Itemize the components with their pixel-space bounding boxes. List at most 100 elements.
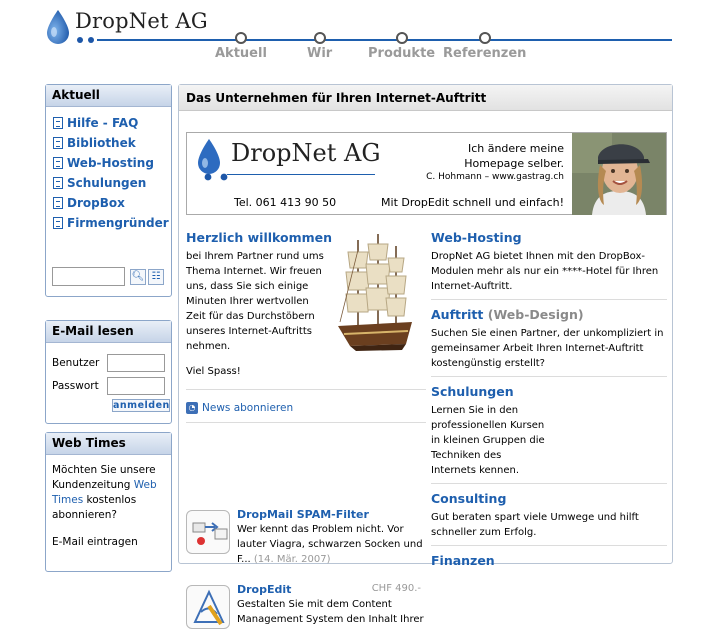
nav-item-produkte[interactable]: Produkte — [368, 32, 435, 61]
section-title[interactable]: Finanzen — [431, 553, 667, 568]
section-web-hosting: Web-Hosting DropNet AG bietet Ihnen mit … — [431, 230, 667, 294]
user-label: Benutzer — [52, 356, 100, 369]
nav-item-wir[interactable]: Wir — [307, 32, 332, 61]
dropnet-drop-icon — [198, 139, 228, 181]
user-field[interactable] — [107, 353, 165, 372]
sidebar-item-label: Firmengründer — [67, 216, 169, 230]
rss-icon: ◔ — [186, 402, 198, 414]
section-text: Gut beraten spart viele Umwege und hilft… — [431, 512, 639, 538]
section-text: DropNet AG bietet Ihnen mit den DropBox-… — [431, 251, 659, 292]
banner-quote-line1: Ich ändere meine — [467, 142, 564, 155]
section-title[interactable]: Schulungen — [431, 384, 667, 399]
advanced-search-icon[interactable]: ☷ — [148, 268, 164, 285]
aktuell-box: Aktuell Hilfe - FAQ Bibliothek Web-Hosti… — [45, 84, 172, 297]
news-subscribe-label: News abonnieren — [202, 402, 294, 414]
section-text: Suchen Sie einen Partner, der unkomplizi… — [431, 328, 664, 369]
banner-quote-line2: Homepage selber. — [464, 157, 564, 170]
section-title[interactable]: Web-Hosting — [431, 230, 667, 245]
section-title[interactable]: Auftritt (Web-Design) — [431, 307, 667, 322]
search-input[interactable] — [52, 267, 125, 286]
email-box: E-Mail lesen Benutzer Passwort anmelden — [45, 320, 172, 424]
password-label: Passwort — [52, 379, 99, 392]
login-button[interactable]: anmelden — [112, 399, 170, 412]
section-divider — [431, 299, 667, 300]
document-icon — [53, 197, 63, 209]
nav-label: Referenzen — [443, 46, 527, 61]
password-row: Passwort — [52, 374, 171, 397]
right-column: Web-Hosting DropNet AG bietet Ihnen mit … — [431, 230, 667, 568]
section-finanzen: Finanzen — [431, 553, 667, 568]
sidebar-item-label: Schulungen — [67, 176, 147, 190]
sidebar-item-label: Bibliothek — [67, 136, 136, 150]
nav-node-icon — [313, 32, 326, 44]
welcome-text: bei Ihrem Partner rund ums Thema Interne… — [186, 251, 324, 352]
webtimes-box: Web Times Möchten Sie unsere Kundenzeitu… — [45, 432, 172, 572]
banner-phone: Tel. 061 413 90 50 — [234, 196, 337, 209]
dropmail-spam-filter-icon[interactable] — [186, 510, 230, 554]
search-row: 🔍︎ ☷ — [52, 267, 164, 286]
section-divider — [186, 389, 426, 390]
nav-node-icon — [478, 32, 491, 44]
document-icon — [53, 157, 63, 169]
sidebar-item-firmengruender[interactable]: Firmengründer — [53, 213, 171, 233]
email-form: Benutzer Passwort anmelden — [46, 343, 171, 412]
user-row: Benutzer — [52, 351, 171, 374]
nav-item-referenzen[interactable]: Referenzen — [443, 32, 526, 61]
sidebar-item-label: DropBox — [67, 196, 125, 210]
document-icon — [53, 117, 63, 129]
dropedit-icon[interactable] — [186, 585, 230, 629]
logo-text[interactable]: DropNet AG — [75, 9, 208, 33]
nav-label: Wir — [307, 46, 333, 61]
news-subscribe-link[interactable]: ◔ News abonnieren — [186, 402, 426, 414]
nav-node-icon — [395, 32, 408, 44]
section-text: Lernen Sie in den professionellen Kursen… — [431, 405, 545, 476]
section-divider — [431, 483, 667, 484]
page-title: Das Unternehmen für Ihren Internet-Auftr… — [179, 85, 672, 111]
sidebar-item-bibliothek[interactable]: Bibliothek — [53, 133, 171, 153]
webtimes-text: Möchten Sie unsere Kundenzeitung Web Tim… — [46, 455, 171, 550]
section-divider — [186, 422, 426, 423]
product-description: Gestalten Sie mit dem Content Management… — [237, 599, 424, 625]
main-panel: Das Unternehmen für Ihren Internet-Auftr… — [178, 84, 673, 629]
product-title[interactable]: DropMail SPAM-Filter — [237, 508, 369, 521]
section-title-main: Auftritt — [431, 307, 484, 322]
nav-node-icon — [234, 32, 247, 44]
customer-photo — [572, 133, 666, 215]
product-title[interactable]: DropEdit — [237, 583, 291, 596]
email-box-title: E-Mail lesen — [46, 321, 171, 343]
product-price: CHF 490.- — [371, 583, 421, 594]
section-divider — [431, 376, 667, 377]
welcome-closing: Viel Spass! — [186, 366, 241, 377]
nav-item-aktuell[interactable]: Aktuell — [215, 32, 267, 61]
document-icon — [53, 177, 63, 189]
left-column: Herzlich willkommen bei Ihrem Partner ru… — [186, 230, 426, 629]
banner-divider — [227, 174, 375, 175]
aktuell-list: Hilfe - FAQ Bibliothek Web-Hosting Schul… — [46, 107, 171, 233]
nav-label: Aktuell — [215, 46, 267, 61]
document-icon — [53, 137, 63, 149]
sidebar-item-dropbox[interactable]: DropBox — [53, 193, 171, 213]
search-icon[interactable]: 🔍︎ — [130, 268, 146, 285]
sidebar-item-label: Web-Hosting — [67, 156, 154, 170]
section-title[interactable]: Consulting — [431, 491, 667, 506]
nav-label: Produkte — [368, 46, 436, 61]
section-divider — [431, 545, 667, 546]
product-dropmail: DropMail SPAM-Filter Wer kennt das Probl… — [186, 508, 426, 565]
banner-slogan: Mit DropEdit schnell und einfach! — [381, 196, 564, 209]
section-title-sub: (Web-Design) — [487, 307, 584, 322]
section-auftritt: Auftritt (Web-Design) Suchen Sie einen P… — [431, 307, 667, 371]
email-register-link[interactable]: E-Mail eintragen — [52, 535, 165, 550]
sidebar-item-schulungen[interactable]: Schulungen — [53, 173, 171, 193]
sidebar-item-faq[interactable]: Hilfe - FAQ — [53, 113, 171, 133]
banner-quote: Ich ändere meine Homepage selber. — [464, 141, 564, 171]
sidebar-item-web-hosting[interactable]: Web-Hosting — [53, 153, 171, 173]
sailing-ship-image — [338, 234, 412, 351]
dropedit-banner[interactable]: DropNet AG Tel. 061 413 90 50 Ich ändere… — [186, 132, 667, 215]
password-field[interactable] — [107, 376, 165, 395]
sidebar-item-label: Hilfe - FAQ — [67, 116, 139, 130]
section-consulting: Consulting Gut beraten spart viele Umweg… — [431, 491, 667, 540]
banner-company-name: DropNet AG — [231, 139, 381, 167]
document-icon — [53, 217, 63, 229]
product-dropedit: DropEdit CHF 490.- Gestalten Sie mit dem… — [186, 583, 426, 633]
product-date: (14. Mär. 2007) — [253, 554, 331, 565]
